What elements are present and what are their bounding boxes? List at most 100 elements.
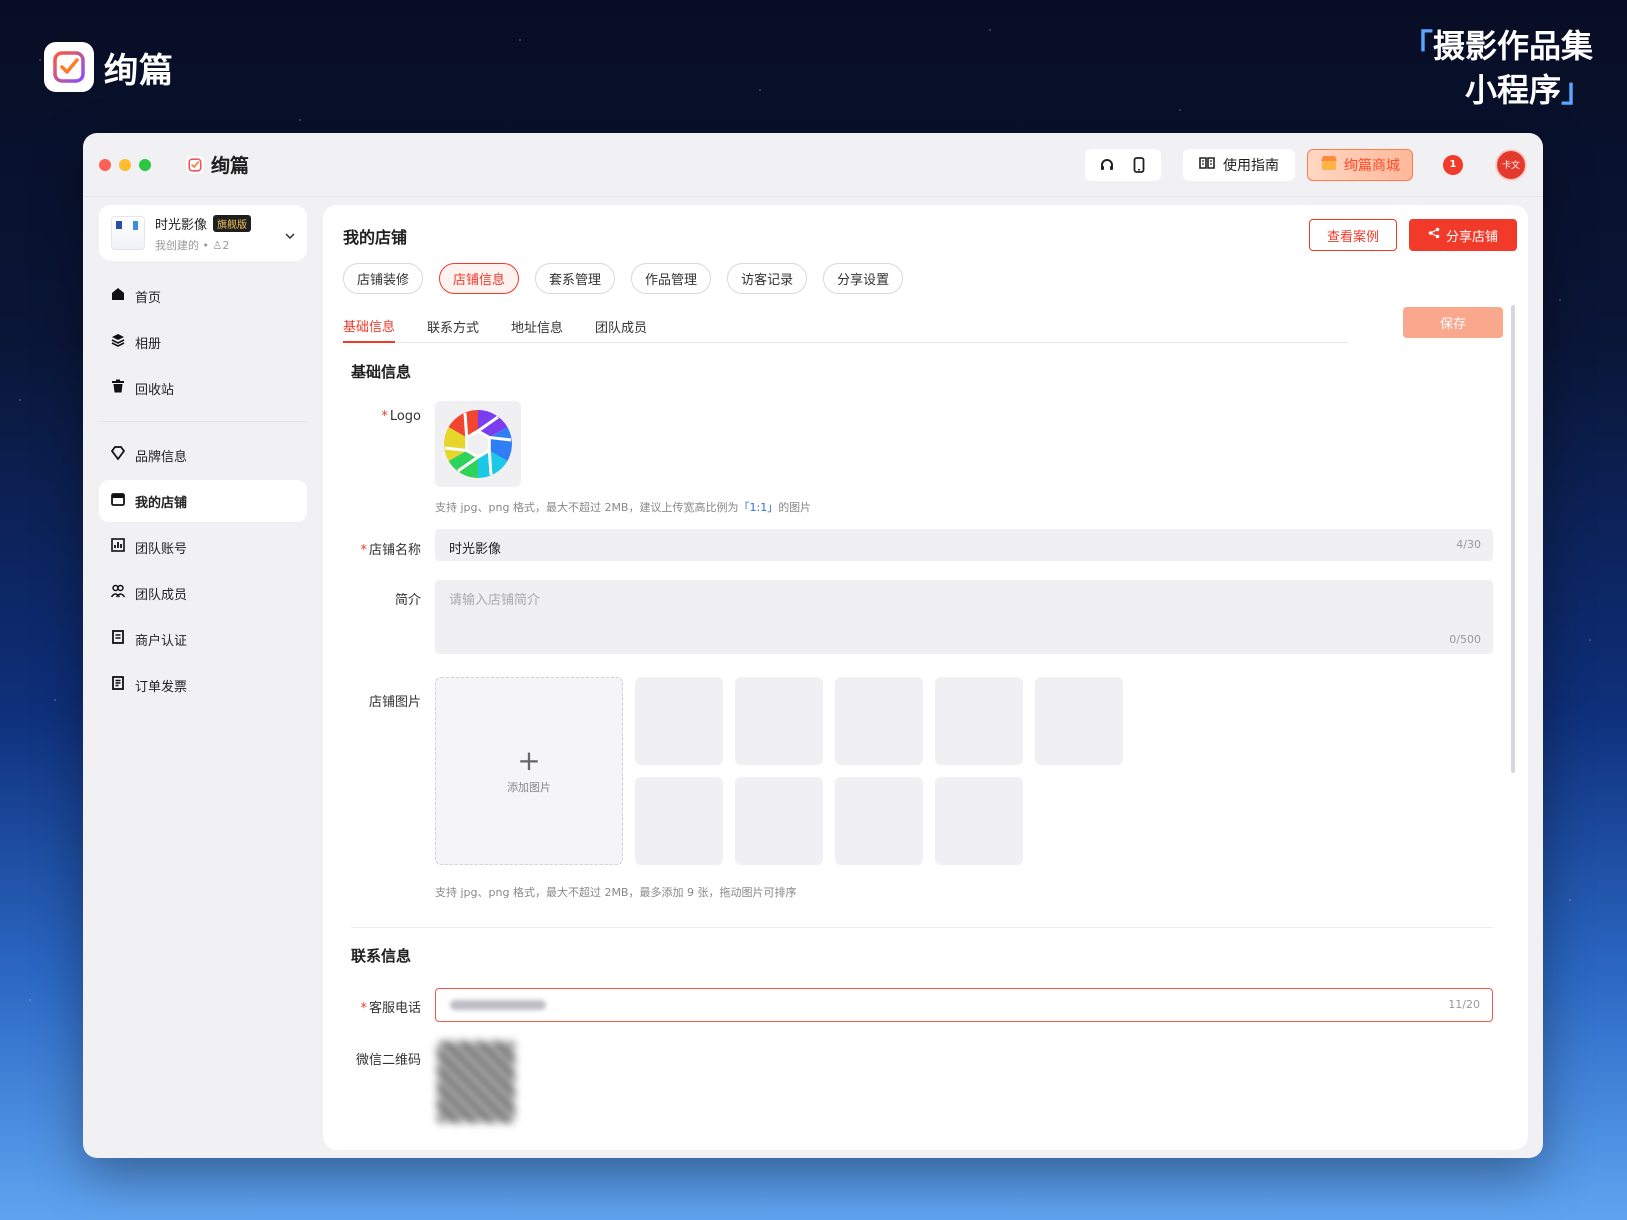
brand-logo: 绚篇 — [44, 42, 174, 92]
close-window-button[interactable] — [99, 158, 111, 171]
tab-store-info[interactable]: 店铺信息 — [439, 263, 520, 294]
intro-counter: 0/500 — [1449, 633, 1481, 646]
avatar-text: 卡文 — [1501, 161, 1520, 171]
slogan-open-quote: 「 — [1400, 27, 1433, 65]
sidebar-item-label: 团队成员 — [135, 587, 188, 603]
store-name-label-text: 店铺名称 — [368, 543, 421, 558]
image-slot[interactable] — [735, 677, 823, 765]
device-preview-group — [1085, 148, 1161, 181]
trash-icon — [111, 379, 125, 397]
image-slot[interactable] — [1035, 677, 1123, 765]
save-button[interactable]: 保存 — [1403, 307, 1503, 338]
sidebar-item-team-accounts[interactable]: 团队账号 — [99, 526, 307, 568]
aperture-logo-icon — [444, 410, 512, 478]
sidebar: 时光影像 旗舰版 我创建的 • ♙2 首页 相册 回收站 品牌信息 我的店铺 团… — [99, 205, 307, 706]
chevron-down-icon — [285, 224, 295, 243]
sidebar-item-invoices[interactable]: 订单发票 — [99, 664, 307, 706]
headset-icon[interactable] — [1093, 151, 1121, 179]
sidebar-item-label: 相册 — [135, 336, 162, 352]
wechat-qr-label: 微信二维码 — [355, 1053, 421, 1068]
phone-counter: 11/20 — [1448, 998, 1480, 1011]
required-mark: * — [360, 543, 367, 558]
store-tabs: 店铺装修 店铺信息 套系管理 作品管理 访客记录 分享设置 — [343, 263, 904, 294]
invoice-icon — [111, 676, 125, 694]
sidebar-item-label: 我的店铺 — [135, 495, 188, 511]
subtab-contact[interactable]: 联系方式 — [427, 309, 479, 343]
home-icon — [111, 287, 125, 305]
sidebar-item-my-store[interactable]: 我的店铺 — [99, 480, 307, 522]
slogan-line1: 摄影作品集 — [1432, 27, 1593, 65]
image-slot[interactable] — [735, 777, 823, 865]
workspace-meta: 我创建的 • ♙2 — [155, 238, 230, 252]
logo-label: * Logo — [351, 409, 421, 424]
user-avatar[interactable]: 卡文 — [1495, 148, 1527, 181]
maximize-window-button[interactable] — [139, 158, 151, 171]
store-icon — [1320, 155, 1338, 175]
tab-package-management[interactable]: 套系管理 — [535, 263, 616, 294]
check-square-icon — [44, 42, 94, 92]
logo-hint-suffix: 的图片 — [778, 501, 812, 514]
chart-icon — [111, 538, 125, 556]
workspace-switcher[interactable]: 时光影像 旗舰版 我创建的 • ♙2 — [99, 205, 307, 261]
plus-icon: + — [517, 744, 541, 777]
slogan-close-quote: 」 — [1560, 71, 1593, 109]
image-slot[interactable] — [935, 677, 1023, 765]
intro-placeholder: 请输入店铺简介 — [449, 593, 541, 608]
minimize-window-button[interactable] — [119, 158, 131, 171]
sidebar-item-albums[interactable]: 相册 — [99, 321, 307, 363]
image-slot[interactable] — [835, 677, 923, 765]
tab-works-management[interactable]: 作品管理 — [631, 263, 712, 294]
sidebar-item-merchant-verify[interactable]: 商户认证 — [99, 618, 307, 660]
scrollbar[interactable] — [1511, 305, 1515, 773]
subtab-basic-info[interactable]: 基础信息 — [343, 309, 396, 343]
brand-name: 绚篇 — [104, 50, 174, 91]
wechat-qr-image[interactable] — [437, 1041, 515, 1123]
store-name-label: * 店铺名称 — [351, 539, 421, 558]
phone-icon[interactable] — [1125, 151, 1153, 179]
store-images-label: 店铺图片 — [368, 695, 421, 710]
book-icon — [1199, 156, 1215, 174]
diamond-icon — [110, 446, 126, 464]
tab-visitor-records[interactable]: 访客记录 — [727, 263, 808, 294]
contact-info-heading: 联系信息 — [351, 947, 412, 965]
sidebar-item-trash[interactable]: 回收站 — [99, 367, 307, 409]
store-name-value: 时光影像 — [449, 542, 502, 557]
logo-hint-ratio: 「1:1」 — [738, 501, 779, 514]
tab-share-settings[interactable]: 分享设置 — [823, 263, 904, 294]
intro-textarea[interactable]: 请输入店铺简介 0/500 — [435, 580, 1493, 654]
notification-badge[interactable]: 1 — [1443, 154, 1463, 175]
images-hint: 支持 jpg、png 格式，最大不超过 2MB，最多添加 9 张，拖动图片可排序 — [435, 886, 797, 899]
guide-button[interactable]: 使用指南 — [1183, 148, 1295, 181]
subtab-team[interactable]: 团队成员 — [595, 309, 647, 343]
toolbar-right: 使用指南 绚篇商城 1 卡文 — [1085, 148, 1527, 181]
image-slot[interactable] — [635, 777, 723, 865]
logo-hint-text: 支持 jpg、png 格式，最大不超过 2MB，建议上传宽高比例为 — [435, 501, 739, 514]
tab-store-decoration[interactable]: 店铺装修 — [343, 263, 424, 294]
image-slot[interactable] — [835, 777, 923, 865]
add-image-button[interactable]: + 添加图片 — [435, 677, 623, 865]
sidebar-item-brand[interactable]: 品牌信息 — [99, 434, 307, 476]
store-name-input[interactable]: 时光影像 4/30 — [435, 529, 1493, 561]
service-phone-input[interactable]: 11/20 — [435, 988, 1493, 1022]
logo-upload[interactable] — [435, 401, 521, 487]
workspace-name: 时光影像 — [155, 217, 208, 233]
sidebar-item-label: 订单发票 — [135, 679, 188, 695]
sidebar-item-home[interactable]: 首页 — [99, 275, 307, 317]
image-slot[interactable] — [935, 777, 1023, 865]
shop-icon — [111, 492, 125, 510]
intro-label: 简介 — [394, 593, 421, 608]
image-slot[interactable] — [635, 677, 723, 765]
share-store-button[interactable]: 分享店铺 — [1409, 219, 1517, 251]
share-icon — [1428, 227, 1440, 243]
add-image-label: 添加图片 — [507, 781, 551, 794]
sidebar-item-team-members[interactable]: 团队成员 — [99, 572, 307, 614]
store-button[interactable]: 绚篇商城 — [1307, 148, 1413, 181]
share-store-label: 分享店铺 — [1445, 229, 1498, 245]
sidebar-item-label: 品牌信息 — [135, 449, 188, 465]
subtab-address[interactable]: 地址信息 — [511, 309, 563, 343]
basic-info-heading: 基础信息 — [351, 363, 412, 381]
window-controls — [99, 158, 151, 171]
store-label: 绚篇商城 — [1344, 157, 1400, 174]
sidebar-item-label: 团队账号 — [135, 541, 188, 557]
view-case-button[interactable]: 查看案例 — [1309, 219, 1397, 251]
